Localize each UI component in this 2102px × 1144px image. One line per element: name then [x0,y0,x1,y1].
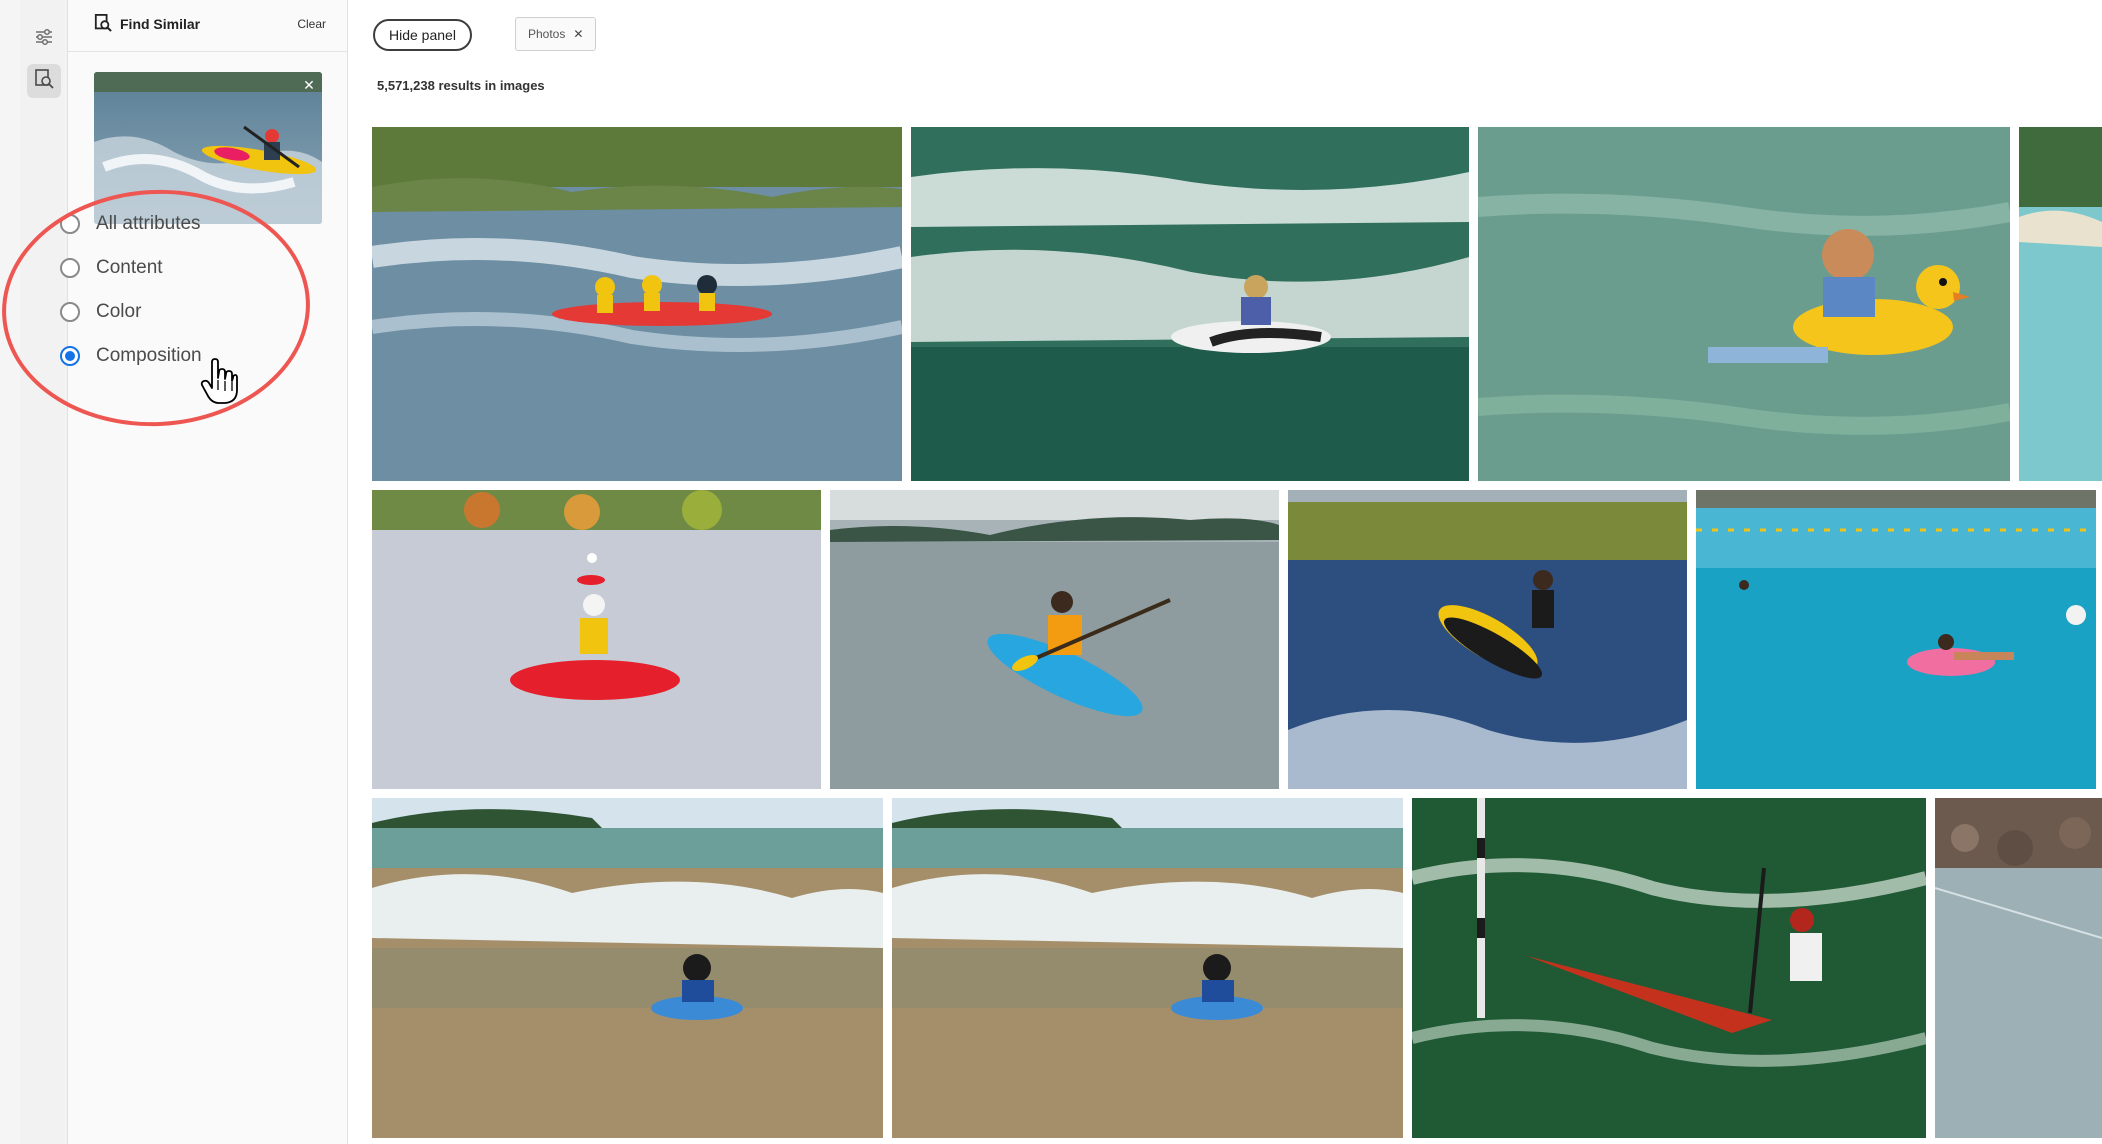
filter-tag-photos[interactable]: Photos ✕ [515,17,597,51]
result-image[interactable] [1935,798,2102,1138]
panel-header: Find Similar Clear [68,0,348,52]
option-color[interactable]: Color [60,297,141,327]
image-search-icon [94,13,112,37]
result-image[interactable] [1696,490,2096,789]
image-search-icon [34,68,54,94]
hide-panel-button[interactable]: Hide panel [373,19,472,51]
close-icon[interactable]: ✕ [300,76,318,94]
panel-title: Find Similar [120,16,201,32]
result-image[interactable] [1288,490,1687,789]
result-image[interactable] [1412,798,1926,1138]
result-image[interactable] [911,127,1469,481]
result-image[interactable] [892,798,1403,1138]
radio-all-attributes[interactable] [60,214,80,234]
result-image[interactable] [830,490,1279,789]
option-label: All attributes [96,213,201,234]
option-label: Content [96,257,163,278]
result-image[interactable] [2019,127,2102,481]
close-icon[interactable]: ✕ [573,27,583,41]
results-count: 5,571,238 results in images [377,78,545,93]
window-gutter [0,0,20,1144]
option-all-attributes[interactable]: All attributes [60,209,201,239]
filters-rail-button[interactable] [27,22,61,56]
hand-pointer-icon [200,358,238,409]
option-label: Color [96,301,142,322]
result-image[interactable] [1478,127,2010,481]
radio-content[interactable] [60,258,80,278]
filter-tag-label: Photos [528,27,566,41]
main-content: Hide panel Photos ✕ 5,571,238 results in … [349,0,2102,1144]
find-similar-panel: Find Similar Clear ✕ All attributes Cont… [60,0,348,1144]
option-composition[interactable]: Composition [60,341,202,371]
result-image[interactable] [372,127,902,481]
radio-composition[interactable] [60,346,80,366]
sliders-icon [34,28,54,51]
result-image[interactable] [372,490,821,789]
result-image[interactable] [372,798,883,1138]
reference-image-thumbnail: ✕ [94,72,322,224]
option-content[interactable]: Content [60,253,163,283]
option-label: Composition [96,345,202,366]
tool-rail [20,0,68,1144]
clear-button[interactable]: Clear [297,17,326,31]
find-similar-rail-button[interactable] [27,64,61,98]
radio-color[interactable] [60,302,80,322]
